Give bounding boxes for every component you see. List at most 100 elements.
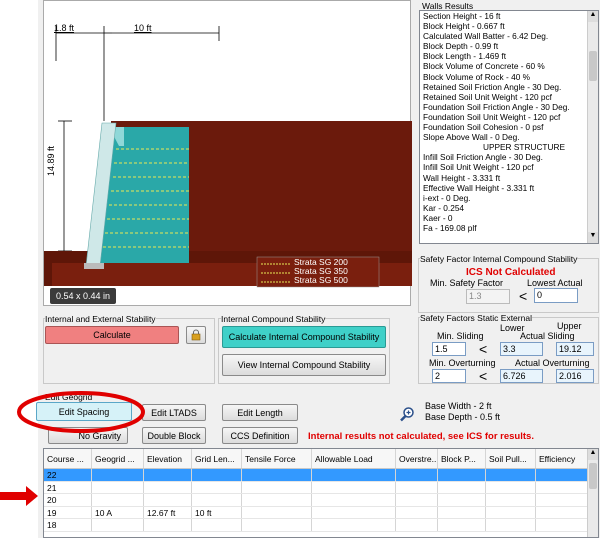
table-cell[interactable] [92,519,144,531]
static-upper-label: Upper [557,321,582,331]
edit-length-button[interactable]: Edit Length [222,404,298,421]
table-cell[interactable] [486,494,536,506]
table-cell[interactable] [438,506,486,518]
table-cell[interactable] [92,494,144,506]
walls-result-line: Foundation Soil Cohesion - 0 psf [423,122,544,133]
view-ics-button[interactable]: View Internal Compound Stability [222,354,386,376]
calculate-button[interactable]: Calculate [45,326,179,344]
column-header[interactable]: Elevation [144,449,192,468]
table-cell[interactable] [242,469,312,481]
table-cell[interactable] [242,506,312,518]
walls-results-scrollbar[interactable]: ▲ ▼ [587,11,598,243]
table-cell[interactable] [312,494,396,506]
column-header[interactable]: Block P... [438,449,486,468]
table-cell[interactable] [486,469,536,481]
table-cell[interactable] [192,494,242,506]
wall-drawing-canvas[interactable]: 1.8 ft 10 ft 14.89 ft Strata SG 200 Stra… [43,0,412,306]
table-cell[interactable] [396,519,438,531]
sliding-upper-value: 19.12 [556,342,594,356]
table-cell[interactable]: 12.67 ft [144,506,192,518]
table-cell[interactable] [486,519,536,531]
zoom-in-button[interactable] [399,406,415,422]
table-cell[interactable] [536,481,588,493]
table-cell[interactable] [536,469,588,481]
scroll-up-icon[interactable]: ▲ [588,449,598,460]
table-cell[interactable] [144,469,192,481]
scroll-thumb[interactable] [589,463,597,489]
table-scrollbar[interactable]: ▲ [587,449,598,537]
column-header[interactable]: Efficiency [536,449,588,468]
column-header[interactable]: Grid Len... [192,449,242,468]
walls-result-line: Infill Soil Friction Angle - 30 Deg. [423,152,543,163]
warning-text: Internal results not calculated, see ICS… [308,431,534,442]
table-cell[interactable] [438,481,486,493]
calculate-ics-button[interactable]: Calculate Internal Compound Stability [222,326,386,348]
edit-ltads-button[interactable]: Edit LTADS [142,404,206,421]
table-row[interactable]: 21 [44,481,598,494]
table-cell[interactable] [486,506,536,518]
min-overturning-input[interactable]: 2 [432,369,466,383]
table-cell[interactable]: 19 [44,506,92,518]
table-row[interactable]: 18 [44,519,598,532]
table-cell[interactable] [192,469,242,481]
walls-result-line: Block Height - 0.667 ft [423,21,505,32]
table-cell[interactable]: 21 [44,481,92,493]
table-cell[interactable] [92,469,144,481]
table-cell[interactable]: 10 ft [192,506,242,518]
table-cell[interactable] [536,494,588,506]
table-cell[interactable] [312,506,396,518]
ics-min-input[interactable]: 1.3 [466,289,510,304]
walls-result-line: Kaer - 0 [423,212,453,223]
scroll-up-icon[interactable]: ▲ [588,11,598,22]
table-row[interactable]: 22 [44,469,598,482]
min-sliding-input[interactable]: 1.5 [432,342,466,356]
column-header[interactable]: Geogrid ... [92,449,144,468]
table-cell[interactable] [144,519,192,531]
table-cell[interactable] [438,469,486,481]
double-block-button[interactable]: Double Block [142,427,206,444]
table-cell[interactable]: 18 [44,519,92,531]
wall-section-diagram [44,26,412,288]
table-cell[interactable] [396,481,438,493]
column-header[interactable]: Soil Pull... [486,449,536,468]
table-cell[interactable] [312,519,396,531]
table-cell[interactable] [242,481,312,493]
geogrid-table[interactable]: Course ... Geogrid ... Elevation Grid Len..… [43,448,599,538]
table-cell[interactable] [438,519,486,531]
lock-button[interactable] [186,326,206,344]
table-cell[interactable] [396,506,438,518]
table-row[interactable]: 19 10 A 12.67 ft 10 ft [44,506,598,519]
dim-height-label: 14.89 ft [46,145,56,176]
scroll-thumb[interactable] [589,51,597,81]
walls-results-list[interactable]: Section Height - 16 ft Block Height - 0.6… [419,10,599,244]
table-row[interactable]: 20 [44,494,598,507]
column-header[interactable]: Overstre... [396,449,438,468]
ccs-definition-button[interactable]: CCS Definition [222,427,298,444]
ics-status: ICS Not Calculated [466,267,556,278]
table-cell[interactable] [312,481,396,493]
table-cell[interactable] [192,519,242,531]
table-cell[interactable] [312,469,396,481]
table-cell[interactable] [92,481,144,493]
table-cell[interactable] [144,494,192,506]
table-cell[interactable] [536,519,588,531]
scroll-down-icon[interactable]: ▼ [588,232,598,243]
table-cell[interactable]: 10 A [92,506,144,518]
table-cell[interactable] [438,494,486,506]
table-cell[interactable] [192,481,242,493]
annotation-ellipse [17,391,145,433]
table-cell[interactable] [396,494,438,506]
column-header[interactable]: Tensile Force [242,449,312,468]
table-cell[interactable] [242,494,312,506]
table-cell[interactable] [242,519,312,531]
column-header[interactable]: Allowable Load [312,449,396,468]
table-cell[interactable] [536,506,588,518]
ics-lowest-input[interactable]: 0 [534,288,578,303]
column-header[interactable]: Course ... [44,449,92,468]
table-cell[interactable] [396,469,438,481]
walls-result-line: Section Height - 16 ft [423,11,501,21]
table-cell[interactable]: 22 [44,469,92,481]
table-cell[interactable]: 20 [44,494,92,506]
table-cell[interactable] [144,481,192,493]
table-cell[interactable] [486,481,536,493]
